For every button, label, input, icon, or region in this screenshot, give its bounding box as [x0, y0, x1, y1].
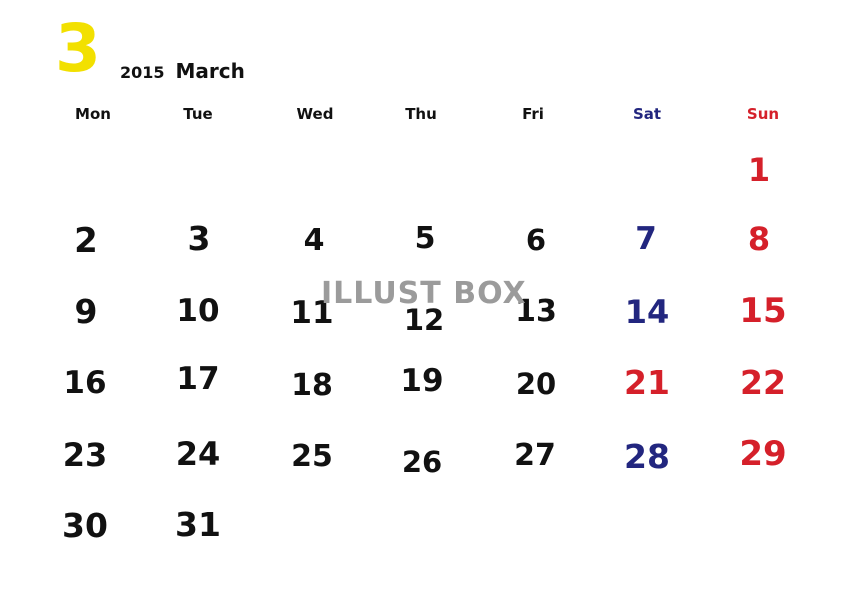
- weekday-header-sat: Sat: [632, 105, 662, 123]
- date-cell-21[interactable]: 21: [587, 366, 707, 399]
- date-cell-6[interactable]: 6: [476, 226, 596, 255]
- date-cell-28[interactable]: 28: [587, 440, 707, 473]
- date-cell-1[interactable]: 1: [699, 154, 819, 186]
- date-cell-24[interactable]: 24: [138, 438, 258, 470]
- date-cell-16[interactable]: 16: [25, 368, 145, 399]
- calendar-header: 3 2015 March: [0, 0, 842, 95]
- date-cell-8[interactable]: 8: [699, 223, 819, 255]
- date-cell-12[interactable]: 12: [364, 306, 484, 335]
- weekday-header-wed: Wed: [296, 105, 334, 123]
- weekday-header-tue: Tue: [183, 105, 213, 123]
- date-cell-3[interactable]: 3: [139, 222, 259, 255]
- date-cell-13[interactable]: 13: [476, 297, 596, 327]
- date-cell-25[interactable]: 25: [252, 442, 372, 472]
- date-cell-20[interactable]: 20: [476, 370, 596, 399]
- date-cell-7[interactable]: 7: [586, 224, 706, 255]
- year-month-title: 2015 March: [120, 59, 245, 83]
- date-cell-9[interactable]: 9: [26, 295, 146, 328]
- date-cell-27[interactable]: 27: [475, 441, 595, 471]
- date-cell-22[interactable]: 22: [703, 366, 823, 399]
- date-cell-29[interactable]: 29: [703, 437, 823, 471]
- date-cell-14[interactable]: 14: [587, 296, 707, 328]
- date-cell-23[interactable]: 23: [25, 439, 145, 471]
- date-cell-31[interactable]: 31: [138, 508, 258, 541]
- weekday-header-fri: Fri: [522, 105, 544, 123]
- date-cell-17[interactable]: 17: [138, 364, 258, 395]
- date-cell-15[interactable]: 15: [703, 294, 823, 328]
- date-grid: 1 2 3 4 5 6 7 8 9 10 11 12 13 14 15 16 17 18 19 20 21 22 23 24 2…: [0, 128, 842, 548]
- month-number-logo: 3: [55, 10, 101, 87]
- date-cell-2[interactable]: 2: [26, 224, 146, 258]
- date-cell-11[interactable]: 11: [252, 298, 372, 329]
- date-cell-19[interactable]: 19: [362, 366, 482, 397]
- calendar-page: 3 2015 March Mon Tue Wed Thu Fri Sat Sun 12345…: [0, 0, 842, 595]
- weekday-header-row: Mon Tue Wed Thu Fri Sat Sun: [0, 104, 842, 128]
- date-cell-30[interactable]: 30: [25, 509, 145, 542]
- date-cell-10[interactable]: 10: [138, 296, 258, 327]
- date-cell-18[interactable]: 18: [252, 371, 372, 401]
- year-label: 2015: [120, 63, 165, 82]
- date-cell-5[interactable]: 5: [365, 224, 485, 254]
- date-cell-26[interactable]: 26: [362, 448, 482, 477]
- month-name-label: March: [175, 59, 245, 83]
- weekday-header-mon: Mon: [75, 105, 111, 123]
- date-cell-4[interactable]: 4: [254, 226, 374, 256]
- weekday-header-thu: Thu: [405, 105, 437, 123]
- weekday-header-sun: Sun: [746, 105, 780, 123]
